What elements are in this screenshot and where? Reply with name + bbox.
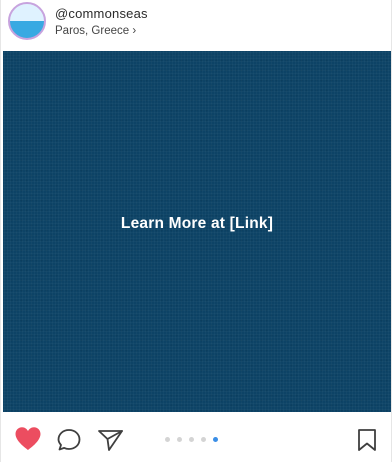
heart-icon[interactable] <box>14 426 42 451</box>
carousel-dot <box>177 437 182 442</box>
instagram-post: @commonseas Paros, Greece › Learn More a… <box>0 0 392 462</box>
paper-plane-icon[interactable] <box>97 429 125 453</box>
username-link[interactable]: @commonseas <box>55 6 148 21</box>
carousel-dot <box>165 437 170 442</box>
carousel-dot <box>189 437 194 442</box>
post-actions <box>1 412 392 462</box>
carousel-dot <box>201 437 206 442</box>
carousel-dot-active <box>213 437 218 442</box>
comment-icon[interactable] <box>57 428 83 453</box>
post-image-text: Learn More at [Link] <box>120 215 274 232</box>
post-header: @commonseas Paros, Greece › <box>1 0 392 50</box>
location-link[interactable]: Paros, Greece › <box>55 25 136 37</box>
bookmark-icon[interactable] <box>356 428 378 452</box>
avatar[interactable] <box>8 2 46 40</box>
post-image[interactable]: Learn More at [Link] <box>3 51 391 412</box>
